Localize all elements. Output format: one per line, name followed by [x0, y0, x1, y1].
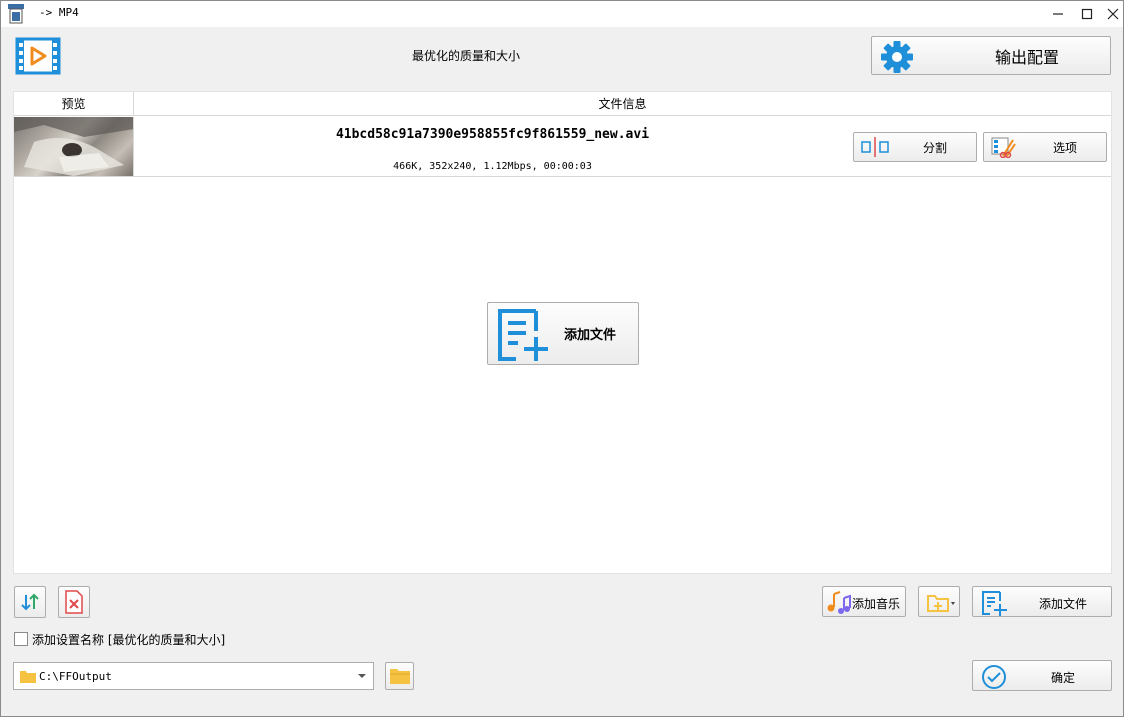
- sort-button[interactable]: [14, 586, 46, 618]
- file-name: 41bcd58c91a7390e958855fc9f861559_new.avi: [335, 127, 650, 142]
- edit-clip-icon: [991, 137, 1016, 158]
- window-title: -> MP4: [39, 6, 79, 19]
- close-icon: [1107, 8, 1119, 20]
- file-list: 预览 文件信息 41bcd58c91a7390e958855fc9f861559…: [13, 91, 1112, 574]
- file-meta: 466K, 352x240, 1.12Mbps, 00:00:03: [393, 161, 592, 172]
- app-icon: [7, 4, 25, 24]
- add-music-button[interactable]: 添加音乐: [822, 586, 906, 617]
- split-button[interactable]: 分割: [853, 132, 977, 162]
- add-file-button[interactable]: 添加文件: [972, 586, 1112, 617]
- split-label: 分割: [922, 140, 947, 155]
- add-file-small-icon: [982, 591, 1007, 616]
- sort-arrows-icon: [21, 593, 39, 611]
- add-setting-name-label: 添加设置名称 [最优化的质量和大小]: [32, 633, 226, 647]
- gear-icon: [881, 41, 913, 73]
- delete-file-icon: [65, 590, 83, 614]
- app-window: -> MP4 最优化的质量和大小 输出配置 预览 文件信息 41bcd58c91…: [0, 0, 1124, 717]
- title-bar: -> MP4: [1, 1, 1123, 27]
- music-note-icon: [827, 591, 851, 614]
- add-setting-name-checkbox[interactable]: [14, 632, 28, 646]
- ok-button[interactable]: 确定: [972, 660, 1112, 691]
- add-file-icon: [498, 309, 548, 361]
- options-button[interactable]: 选项: [983, 132, 1107, 162]
- folder-open-icon: [389, 669, 410, 684]
- output-path-select[interactable]: C:\FFOutput: [13, 662, 374, 690]
- file-row[interactable]: 41bcd58c91a7390e958855fc9f861559_new.avi…: [14, 117, 1111, 177]
- browse-folder-button[interactable]: [385, 662, 414, 690]
- minimize-icon: [1053, 13, 1063, 15]
- folder-icon: [20, 671, 36, 683]
- close-button[interactable]: [1100, 1, 1124, 27]
- add-file-center-label: 添加文件: [564, 328, 617, 343]
- chevron-down-icon: [358, 674, 366, 678]
- remove-button[interactable]: [58, 586, 90, 618]
- profile-name: 最优化的质量和大小: [411, 49, 520, 63]
- split-icon: [861, 137, 889, 157]
- column-header-file-info: 文件信息: [598, 97, 647, 111]
- minimize-button[interactable]: [1045, 1, 1071, 27]
- output-path-value: C:\FFOutput: [39, 670, 112, 683]
- folder-add-icon: [927, 595, 955, 612]
- options-label: 选项: [1052, 140, 1077, 155]
- add-file-center-button[interactable]: 添加文件: [487, 302, 639, 365]
- check-circle-icon: [982, 665, 1006, 689]
- output-settings-button[interactable]: 输出配置: [871, 36, 1111, 75]
- column-header-preview: 预览: [14, 92, 134, 116]
- maximize-icon: [1081, 8, 1093, 20]
- video-thumbnail: [14, 117, 134, 176]
- maximize-button[interactable]: [1074, 1, 1100, 27]
- list-header: 预览 文件信息: [14, 92, 1111, 116]
- output-settings-label: 输出配置: [994, 47, 1059, 67]
- add-folder-button[interactable]: [918, 586, 960, 617]
- video-format-icon: [15, 37, 61, 75]
- add-file-label: 添加文件: [1038, 597, 1087, 611]
- add-music-label: 添加音乐: [852, 597, 901, 611]
- ok-label: 确定: [1050, 671, 1075, 685]
